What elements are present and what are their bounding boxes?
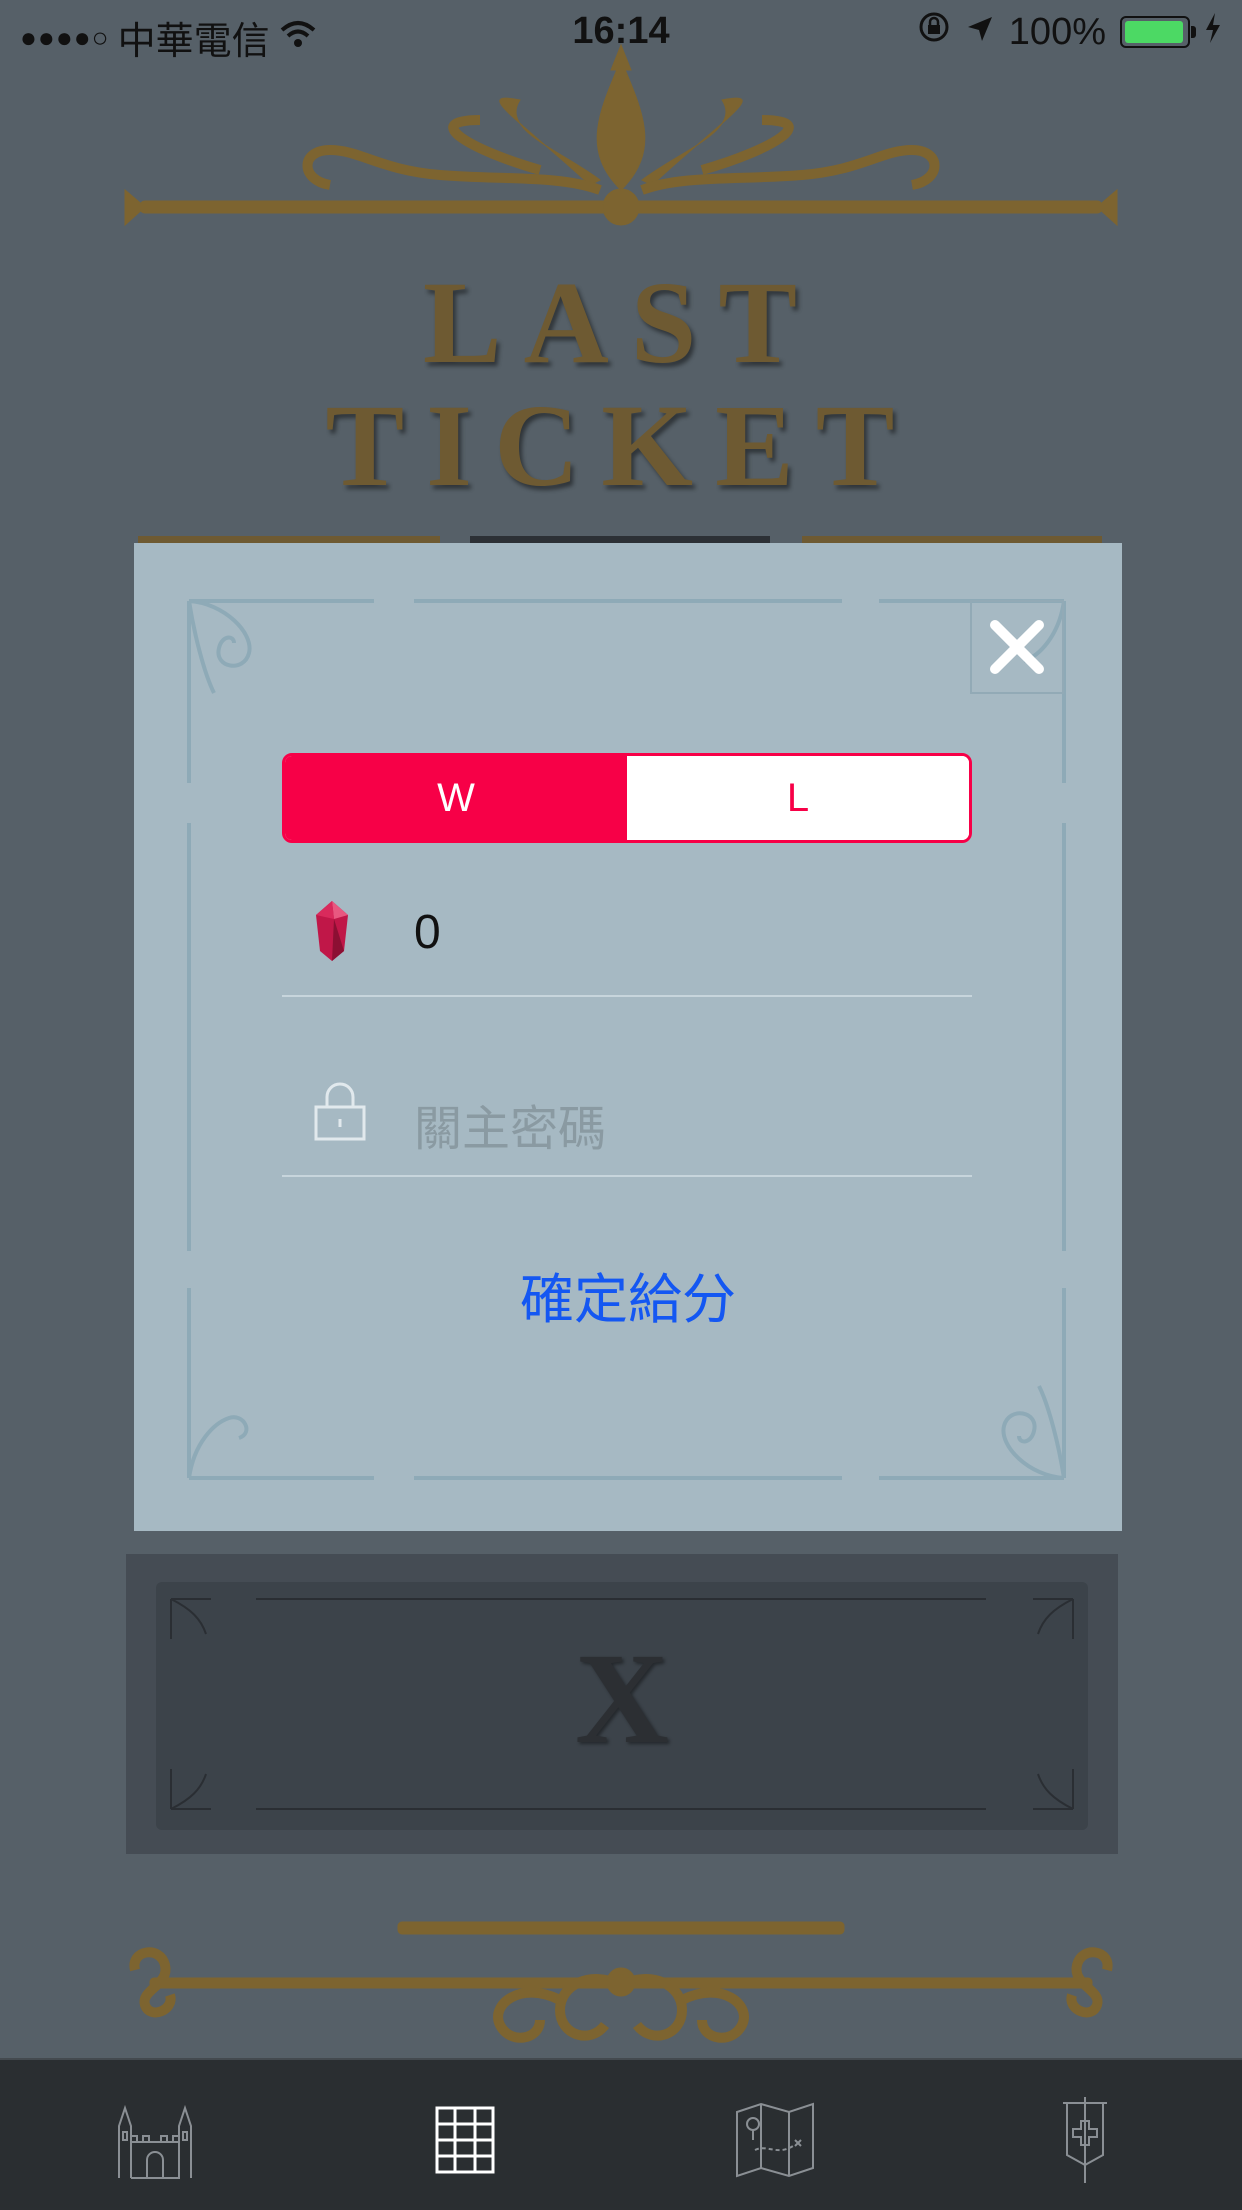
logo-line-1: LAST bbox=[422, 257, 820, 388]
lock-icon bbox=[312, 1079, 368, 1148]
bottom-ornament bbox=[129, 1921, 1113, 2043]
tab-castle[interactable] bbox=[110, 2100, 200, 2180]
tab-map[interactable] bbox=[730, 2100, 820, 2180]
grid-icon bbox=[435, 2106, 495, 2174]
x-card: X bbox=[126, 1554, 1118, 1854]
close-icon bbox=[990, 620, 1044, 674]
logo-line-2: TICKET bbox=[325, 380, 917, 511]
segment-loss[interactable]: L bbox=[627, 756, 969, 840]
banner-icon bbox=[1063, 2097, 1107, 2183]
password-placeholder: 關主密碼 bbox=[414, 1103, 607, 1156]
close-button[interactable] bbox=[970, 600, 1064, 694]
win-loss-segmented-control[interactable]: W L bbox=[282, 753, 972, 843]
points-value: 0 bbox=[414, 906, 441, 959]
score-modal: W L 0 關主密碼 確定給分 bbox=[134, 543, 1122, 1531]
card-label: X bbox=[575, 1627, 669, 1771]
tab-grid[interactable] bbox=[420, 2100, 510, 2180]
map-icon bbox=[736, 2102, 814, 2178]
points-field[interactable]: 0 bbox=[282, 875, 972, 997]
tab-banner[interactable] bbox=[1040, 2097, 1130, 2183]
gem-icon bbox=[312, 899, 352, 968]
password-field[interactable]: 關主密碼 bbox=[282, 1055, 972, 1177]
top-ornament bbox=[124, 43, 1118, 227]
segment-win[interactable]: W bbox=[285, 756, 627, 840]
tab-bar bbox=[0, 2058, 1242, 2210]
confirm-score-button[interactable]: 確定給分 bbox=[134, 1255, 1122, 1334]
castle-icon bbox=[118, 2104, 192, 2179]
